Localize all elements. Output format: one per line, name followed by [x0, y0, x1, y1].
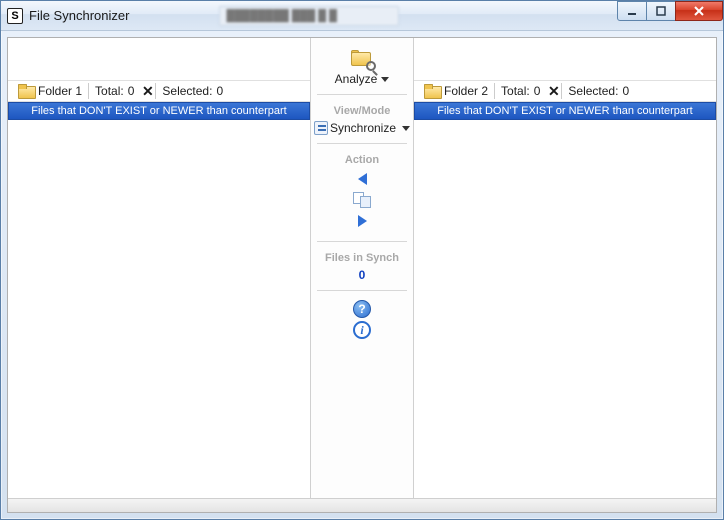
client-area: Folder 1 Total: 0 ✕ Selected: 0 [7, 37, 717, 513]
app-window: S File Synchronizer ████████ ███ █ █ [0, 0, 724, 520]
copy-both-button[interactable] [352, 191, 372, 209]
close-button[interactable] [675, 1, 723, 21]
viewmode-heading: View/Mode [311, 105, 413, 117]
left-folder-button[interactable]: Folder 1 [12, 81, 88, 101]
analyze-button[interactable]: Analyze [311, 44, 413, 86]
viewmode-dropdown[interactable]: Synchronize [311, 121, 413, 135]
analyze-block: Analyze [311, 38, 413, 94]
right-file-list[interactable] [414, 120, 716, 498]
viewmode-block: View/Mode Synchronize [311, 95, 413, 143]
left-clear-button[interactable]: ✕ [140, 84, 155, 99]
left-file-list[interactable] [8, 120, 310, 498]
arrow-left-icon [358, 173, 367, 185]
right-total: Total: 0 [495, 81, 546, 101]
titlebar: S File Synchronizer ████████ ███ █ █ [1, 1, 723, 31]
info-icon: i [360, 323, 363, 338]
left-total-label: Total: [95, 84, 124, 98]
left-selected-label: Selected: [162, 84, 212, 98]
right-folder-label: Folder 2 [444, 84, 488, 98]
chevron-down-icon [402, 126, 410, 131]
viewmode-value: Synchronize [330, 121, 396, 135]
left-banner: Files that DON'T EXIST or NEWER than cou… [8, 102, 310, 120]
info-button[interactable]: i [353, 321, 371, 339]
copy-both-icon [353, 192, 371, 208]
files-in-synch-block: Files in Synch 0 [311, 242, 413, 290]
help-block: ? i [311, 291, 413, 350]
left-selected: Selected: 0 [156, 81, 229, 101]
help-icon: ? [358, 302, 365, 316]
x-icon: ✕ [548, 83, 560, 100]
right-selected-value: 0 [622, 84, 629, 98]
right-pane: Folder 2 Total: 0 ✕ Selected: 0 [413, 38, 716, 498]
window-title: File Synchronizer [29, 8, 129, 23]
app-icon: S [7, 8, 23, 24]
right-spacer [414, 38, 716, 80]
right-total-label: Total: [501, 84, 530, 98]
analyze-icon [351, 50, 373, 68]
copy-left-button[interactable] [352, 170, 372, 188]
x-icon: ✕ [142, 83, 154, 100]
action-heading: Action [311, 154, 413, 166]
analyze-label: Analyze [335, 72, 378, 86]
right-selected: Selected: 0 [562, 81, 635, 101]
status-strip [8, 498, 716, 512]
help-button[interactable]: ? [353, 300, 371, 318]
background-tab: ████████ ███ █ █ [219, 6, 399, 26]
left-spacer [8, 38, 310, 80]
left-total-value: 0 [128, 84, 135, 98]
right-folder-header: Folder 2 Total: 0 ✕ Selected: 0 [414, 80, 716, 102]
close-icon [692, 5, 706, 17]
center-pane: Analyze View/Mode Synchronize [311, 38, 413, 498]
chevron-down-icon [381, 77, 389, 82]
panes: Folder 1 Total: 0 ✕ Selected: 0 [8, 38, 716, 498]
copy-right-button[interactable] [352, 212, 372, 230]
left-folder-header: Folder 1 Total: 0 ✕ Selected: 0 [8, 80, 310, 102]
minimize-button[interactable] [617, 1, 647, 21]
action-block: Action [311, 144, 413, 241]
right-banner: Files that DON'T EXIST or NEWER than cou… [414, 102, 716, 120]
left-pane: Folder 1 Total: 0 ✕ Selected: 0 [8, 38, 311, 498]
maximize-icon [655, 5, 667, 17]
left-total: Total: 0 [89, 81, 140, 101]
minimize-icon [626, 5, 638, 17]
folder-icon [18, 84, 34, 98]
left-selected-value: 0 [216, 84, 223, 98]
right-folder-button[interactable]: Folder 2 [418, 81, 494, 101]
right-clear-button[interactable]: ✕ [546, 84, 561, 99]
files-in-synch-heading: Files in Synch [311, 252, 413, 264]
left-folder-label: Folder 1 [38, 84, 82, 98]
right-total-value: 0 [534, 84, 541, 98]
folder-icon [424, 84, 440, 98]
maximize-button[interactable] [646, 1, 676, 21]
files-in-synch-count: 0 [311, 268, 413, 282]
arrow-right-icon [358, 215, 367, 227]
window-controls [618, 1, 723, 21]
synchronize-icon [314, 121, 328, 135]
right-selected-label: Selected: [568, 84, 618, 98]
